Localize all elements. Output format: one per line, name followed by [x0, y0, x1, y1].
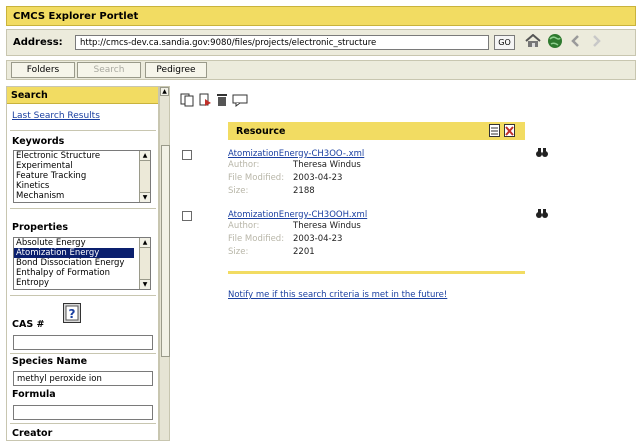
scroll-up-icon[interactable]: ▲: [140, 238, 150, 248]
keyword-option[interactable]: Mechanism: [14, 191, 134, 201]
size-value: 2201: [293, 247, 315, 257]
result-checkbox[interactable]: [182, 150, 192, 160]
keywords-label: Keywords: [12, 136, 65, 147]
forward-arrow-icon[interactable]: [589, 34, 603, 51]
address-label: Address:: [13, 37, 63, 48]
size-label: Size:: [228, 247, 249, 257]
property-option[interactable]: Bond Dissociation Energy: [14, 258, 134, 268]
portlet-title: CMCS Explorer Portlet: [13, 11, 139, 22]
keyword-option[interactable]: Kinetics: [14, 181, 134, 191]
action-toolbar: [180, 93, 248, 110]
species-name-input[interactable]: methyl peroxide ion: [13, 371, 153, 386]
author-label: Author:: [228, 221, 260, 231]
cas-label: CAS #: [12, 319, 45, 330]
resource-table-header: Resource: [228, 122, 525, 140]
delete-icon[interactable]: [216, 93, 228, 110]
scroll-up-icon[interactable]: ▲: [160, 87, 169, 96]
panel-scrollbar[interactable]: ▲: [159, 86, 170, 441]
author-value: Theresa Windus: [293, 221, 361, 231]
delete-document-icon[interactable]: [504, 124, 515, 140]
address-bar: Address: http://cmcs-dev.ca.sandia.gov:9…: [6, 29, 636, 56]
property-option[interactable]: Entropy: [14, 278, 134, 288]
author-label: Author:: [228, 160, 260, 170]
formula-input[interactable]: [13, 405, 153, 420]
binoculars-icon[interactable]: [536, 209, 548, 222]
properties-scrollbar[interactable]: ▲ ▼: [139, 238, 150, 289]
last-search-results-link[interactable]: Last Search Results: [12, 111, 100, 121]
tab-search[interactable]: Search: [77, 62, 141, 78]
resource-header-label: Resource: [236, 126, 286, 137]
divider: [10, 295, 156, 296]
resource-table-footer: [228, 271, 525, 274]
search-panel: Search Last Search Results Keywords Elec…: [6, 86, 159, 441]
property-option-selected[interactable]: Atomization Energy: [14, 248, 134, 258]
scroll-down-icon[interactable]: ▼: [140, 279, 150, 289]
document-icon[interactable]: [489, 124, 500, 140]
properties-listbox[interactable]: Absolute Energy Atomization Energy Bond …: [13, 237, 151, 290]
nav-icons: [525, 33, 603, 51]
divider: [10, 130, 156, 131]
property-option[interactable]: Absolute Energy: [14, 238, 134, 248]
modified-value: 2003-04-23: [293, 234, 343, 244]
search-panel-header: Search: [7, 87, 158, 104]
comment-icon[interactable]: [232, 93, 248, 110]
divider: [10, 208, 156, 209]
resource-header-icons: [489, 124, 515, 140]
keyword-option[interactable]: Electronic Structure: [14, 151, 134, 161]
address-input[interactable]: http://cmcs-dev.ca.sandia.gov:9080/files…: [75, 35, 489, 50]
properties-label: Properties: [12, 222, 68, 233]
binoculars-icon[interactable]: [536, 148, 548, 161]
notify-me-link[interactable]: Notify me if this search criteria is met…: [228, 290, 447, 300]
result-file-link[interactable]: AtomizationEnergy-CH3OOH.xml: [228, 210, 367, 220]
scrollbar-thumb[interactable]: [161, 145, 170, 357]
home-icon[interactable]: [525, 33, 541, 51]
species-name-label: Species Name: [12, 356, 88, 367]
modified-value: 2003-04-23: [293, 173, 343, 183]
property-option[interactable]: Enthalpy of Formation: [14, 268, 134, 278]
formula-label: Formula: [12, 389, 56, 400]
result-file-link[interactable]: AtomizationEnergy-CH3OO-.xml: [228, 149, 364, 159]
divider: [10, 353, 156, 354]
divider: [10, 423, 156, 424]
creator-label: Creator: [12, 428, 53, 439]
svg-text:?: ?: [69, 307, 76, 321]
modified-label: File Modified:: [228, 173, 285, 183]
go-button[interactable]: GO: [494, 35, 515, 50]
keyword-option[interactable]: Experimental: [14, 161, 134, 171]
paste-icon[interactable]: [198, 93, 212, 110]
search-panel-title: Search: [11, 90, 48, 101]
author-value: Theresa Windus: [293, 160, 361, 170]
size-label: Size:: [228, 186, 249, 196]
portlet-titlebar: CMCS Explorer Portlet: [6, 6, 636, 26]
back-arrow-icon[interactable]: [569, 34, 583, 51]
keywords-scrollbar[interactable]: ▲ ▼: [139, 151, 150, 202]
keyword-option[interactable]: Feature Tracking: [14, 171, 134, 181]
result-checkbox[interactable]: [182, 211, 192, 221]
periodic-table-icon[interactable]: ?: [63, 303, 81, 326]
keywords-listbox[interactable]: Electronic Structure Experimental Featur…: [13, 150, 151, 203]
modified-label: File Modified:: [228, 234, 285, 244]
tab-pedigree[interactable]: Pedigree: [145, 62, 207, 78]
copy-icon[interactable]: [180, 93, 194, 110]
globe-icon[interactable]: [547, 33, 563, 52]
tab-row: Folders Search Pedigree: [6, 60, 636, 80]
cas-number-input[interactable]: [13, 335, 153, 350]
size-value: 2188: [293, 186, 315, 196]
tab-folders[interactable]: Folders: [11, 62, 75, 78]
scroll-down-icon[interactable]: ▼: [140, 192, 150, 202]
scroll-up-icon[interactable]: ▲: [140, 151, 150, 161]
